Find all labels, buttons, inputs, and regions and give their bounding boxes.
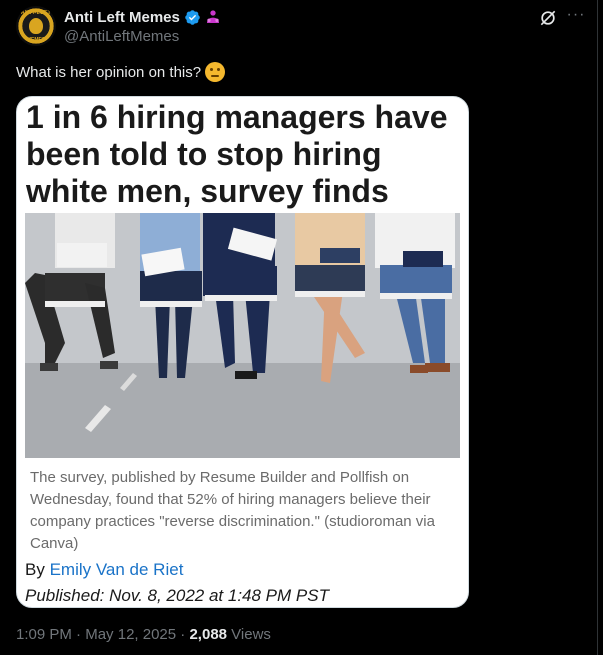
views-count: 2,088: [189, 626, 228, 643]
byline-prefix: By: [25, 560, 50, 579]
avatar[interactable]: ANTI-LEFT MEMES: [16, 6, 56, 46]
avatar-text-top: ANTI-LEFT: [20, 10, 52, 16]
byline: By Emily Van de Riet: [25, 560, 183, 580]
tweet-header: ANTI-LEFT MEMES Anti Left Memes @AntiLef…: [16, 6, 591, 46]
media-card[interactable]: 1 in 6 hiring managers have been told to…: [16, 96, 469, 608]
display-name[interactable]: Anti Left Memes: [64, 9, 180, 26]
tweet-body: What is her opinion on this?: [16, 63, 202, 81]
affiliation-icon[interactable]: [205, 9, 221, 25]
thinking-face-emoji-icon: [205, 62, 226, 82]
article-photo[interactable]: [25, 213, 460, 458]
author-link[interactable]: Emily Van de Riet: [50, 560, 184, 579]
article-headline: 1 in 6 hiring managers have been told to…: [26, 99, 448, 209]
post-date[interactable]: May 12, 2025: [85, 626, 176, 643]
tweet-text: What is her opinion on this?: [16, 62, 226, 82]
grok-icon[interactable]: [538, 8, 558, 28]
name-row: Anti Left Memes: [64, 7, 221, 27]
views-label: Views: [227, 626, 271, 643]
handle[interactable]: @AntiLeftMemes: [64, 28, 179, 45]
photo-caption: The survey, published by Resume Builder …: [30, 469, 435, 552]
timeline-border: [597, 0, 598, 655]
tweet-meta: 1:09 PM · May 12, 2025 · 2,088 Views: [16, 626, 271, 643]
meta-separator: ·: [71, 626, 86, 643]
avatar-face-icon: [29, 18, 43, 34]
avatar-text-bottom: MEMES: [26, 37, 46, 43]
more-options-button[interactable]: ···: [564, 6, 588, 28]
published-date: Published: Nov. 8, 2022 at 1:48 PM PST: [25, 586, 329, 605]
meta-separator: ·: [176, 626, 190, 643]
verified-badge-icon[interactable]: [184, 9, 201, 26]
post-time[interactable]: 1:09 PM: [16, 626, 72, 643]
